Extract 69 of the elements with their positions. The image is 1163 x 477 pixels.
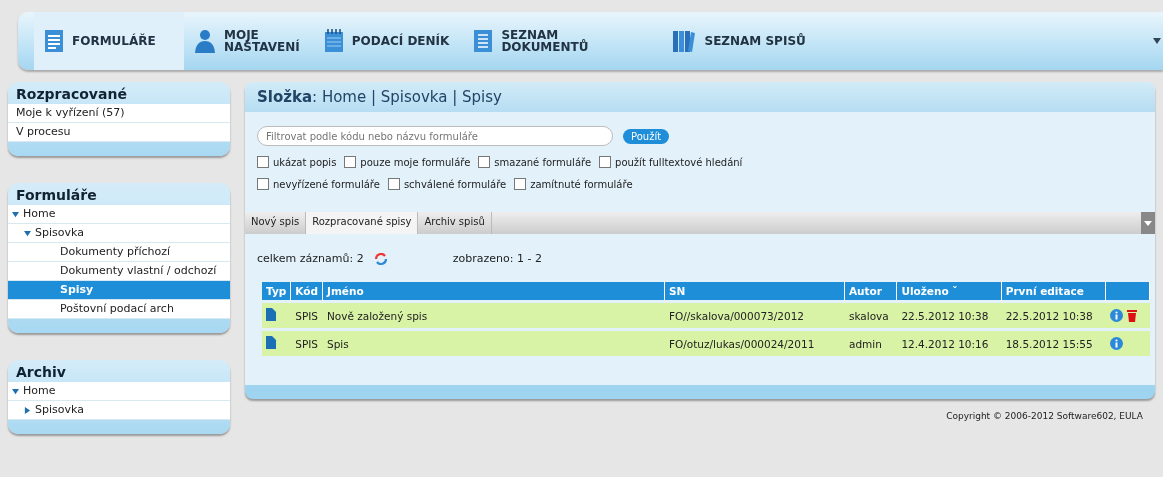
tree-item[interactable]: Dokumenty vlastní / odchozí (8, 262, 230, 281)
trash-icon[interactable] (1127, 309, 1137, 322)
expanded-triangle-icon[interactable] (12, 210, 19, 218)
shown-range: zobrazeno: 1 - 2 (452, 252, 542, 265)
sidebar-item[interactable]: Moje k vyřízení (57) (8, 104, 230, 123)
table-cell: admin (844, 331, 898, 356)
books-icon (672, 29, 697, 53)
table-cell: SPIS (291, 303, 323, 328)
column-header[interactable]: Autor (844, 282, 898, 300)
collapsed-triangle-icon[interactable] (24, 406, 31, 414)
filter-checkbox[interactable]: pouze moje formuláře (344, 156, 471, 168)
column-header[interactable]: Uloženo ˇ (897, 282, 1002, 300)
filter-checkbox[interactable]: schválené formuláře (387, 178, 507, 190)
panel-title: Archiv (15, 363, 67, 382)
person-icon (194, 29, 216, 53)
record-count: celkem záznamů: 2 (257, 252, 364, 265)
calendar-icon (323, 29, 344, 53)
expanded-triangle-icon[interactable] (24, 229, 31, 237)
tree-item[interactable]: Dokumenty příchozí (8, 243, 230, 262)
nav-tab[interactable]: PODACÍ DENÍK (313, 12, 464, 70)
expanded-triangle-icon[interactable] (12, 387, 19, 395)
folder-path: Složka: Home | Spisovka | Spisy (245, 82, 1155, 112)
info-icon[interactable] (1110, 337, 1123, 350)
column-header[interactable]: První editace (1001, 282, 1106, 300)
tab[interactable]: Rozpracované spisy (306, 212, 419, 234)
table-cell: 12.4.2012 10:16 (897, 331, 1002, 356)
table-cell: 22.5.2012 10:38 (897, 303, 1002, 328)
list-icon (473, 29, 494, 53)
tree-item[interactable]: Home (8, 205, 230, 224)
table-cell: 22.5.2012 10:38 (1001, 303, 1106, 328)
nav-tab[interactable]: SEZNAM SPISŮ (662, 12, 820, 70)
tree-item[interactable]: Spisovka (8, 401, 230, 420)
tree-item[interactable]: Spisy (8, 281, 230, 300)
sidebar-item[interactable]: V procesu (8, 123, 230, 142)
apply-button[interactable]: Použít (623, 128, 670, 144)
filter-checkbox[interactable]: zamítnuté formuláře (514, 178, 633, 190)
tree-item[interactable]: Home (8, 382, 230, 401)
nav-tab[interactable]: FORMULÁŘE (34, 12, 184, 70)
tree-item[interactable]: Poštovní podací arch (8, 300, 230, 319)
filter-checkbox[interactable]: ukázat popis (257, 156, 337, 168)
dropdown-arrow-icon[interactable] (1153, 38, 1161, 44)
table-cell: SPIS (291, 331, 323, 356)
table-cell: Spis (322, 331, 665, 356)
column-header[interactable]: Typ (262, 282, 292, 300)
filter-field[interactable]: Filtrovat podle kódu nebo názvu formuláře (257, 126, 613, 146)
column-header[interactable]: Kód (291, 282, 323, 300)
file-icon (266, 308, 276, 321)
column-header[interactable]: SN (664, 282, 845, 300)
filter-checkbox[interactable]: smazané formuláře (478, 156, 592, 168)
table-cell: FO/otuz/lukas/000024/2011 (664, 331, 845, 356)
tree-item[interactable]: Spisovka (8, 224, 230, 243)
refresh-icon[interactable] (373, 252, 388, 265)
column-header[interactable]: Jméno (322, 282, 665, 300)
table-cell: Nově založený spis (322, 303, 665, 328)
tab[interactable]: Archiv spisů (418, 212, 492, 234)
filter-checkbox[interactable]: použít fulltextové hledání (599, 156, 743, 168)
file-icon (266, 336, 276, 349)
panel-title: Rozpracované (15, 85, 128, 104)
filter-checkbox[interactable]: nevyřízené formuláře (257, 178, 380, 190)
document-icon (44, 29, 64, 53)
column-header (1106, 282, 1150, 300)
table-cell: skalova (844, 303, 898, 328)
copyright-text: Copyright © 2006-2012 Software602, EULA (946, 411, 1143, 421)
table-cell: FO//skalova/000073/2012 (664, 303, 845, 328)
nav-tab[interactable]: MOJE NASTAVENÍ (184, 12, 314, 70)
info-icon[interactable] (1110, 309, 1123, 322)
panel-title: Formuláře (15, 186, 98, 205)
table-cell: 18.5.2012 15:55 (1001, 331, 1106, 356)
nav-tab[interactable]: SEZNAM DOKUMENTŮ (463, 12, 603, 70)
